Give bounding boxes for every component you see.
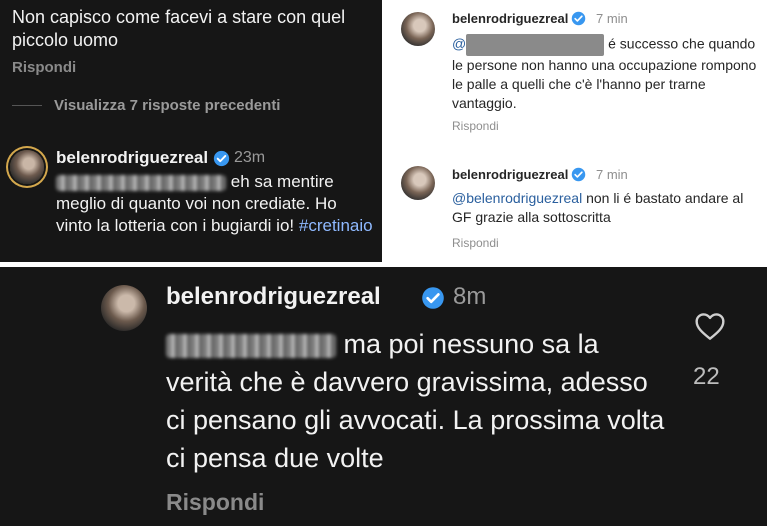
username[interactable]: belenrodriguezreal — [452, 167, 568, 182]
avatar[interactable] — [10, 150, 44, 184]
username[interactable]: belenrodriguezreal — [452, 11, 568, 26]
username[interactable]: belenrodriguezreal — [56, 148, 208, 168]
comment-time: 23m — [234, 149, 266, 166]
comment-message: @ é successo che quando le persone non h… — [452, 34, 757, 113]
parent-comment-text: Non capisco come facevi a stare con quel… — [12, 7, 346, 50]
comment-time: 7 min — [596, 11, 628, 26]
avatar[interactable] — [401, 12, 435, 46]
heart-outline-icon[interactable] — [694, 311, 726, 341]
verified-badge-icon — [422, 287, 444, 309]
reply-button[interactable]: Rispondi — [452, 119, 499, 133]
comment-panel-top-left: Non capisco come facevi a stare con quel… — [0, 0, 382, 262]
blurred-mention — [166, 333, 336, 358]
comment-panel-top-right: belenrodriguezreal 7 min @ é successo ch… — [389, 0, 767, 262]
reply-button[interactable]: Rispondi — [12, 59, 76, 76]
redacted-username — [466, 34, 605, 56]
blurred-mention — [56, 174, 226, 191]
comment-message: eh sa mentire meglio di quanto voi non c… — [56, 171, 376, 237]
verified-badge-icon — [213, 150, 230, 167]
comment-message: ma poi nessuno sa la verità che è davver… — [166, 325, 666, 477]
mention-link[interactable]: @belenrodriguezreal — [452, 190, 582, 206]
reply-button[interactable]: Rispondi — [452, 236, 499, 250]
avatar[interactable] — [101, 285, 147, 331]
verified-badge-icon — [571, 167, 586, 182]
verified-badge-icon — [571, 11, 586, 26]
comment-time: 8m — [453, 283, 487, 310]
username[interactable]: belenrodriguezreal — [166, 283, 381, 311]
mention-link[interactable]: @ — [452, 36, 466, 52]
hashtag-link[interactable]: #cretinaio — [299, 216, 373, 235]
comment-panel-bottom: belenrodriguezreal 8m ma poi nessuno sa … — [0, 267, 767, 526]
view-previous-replies-button[interactable]: Visualizza 7 risposte precedenti — [54, 97, 280, 114]
avatar[interactable] — [401, 166, 435, 200]
comment-time: 7 min — [596, 167, 628, 182]
comment-message: @belenrodriguezreal non li é bastato and… — [452, 189, 757, 227]
replies-divider — [12, 105, 42, 106]
reply-button[interactable]: Rispondi — [166, 489, 264, 516]
like-count: 22 — [693, 363, 720, 390]
